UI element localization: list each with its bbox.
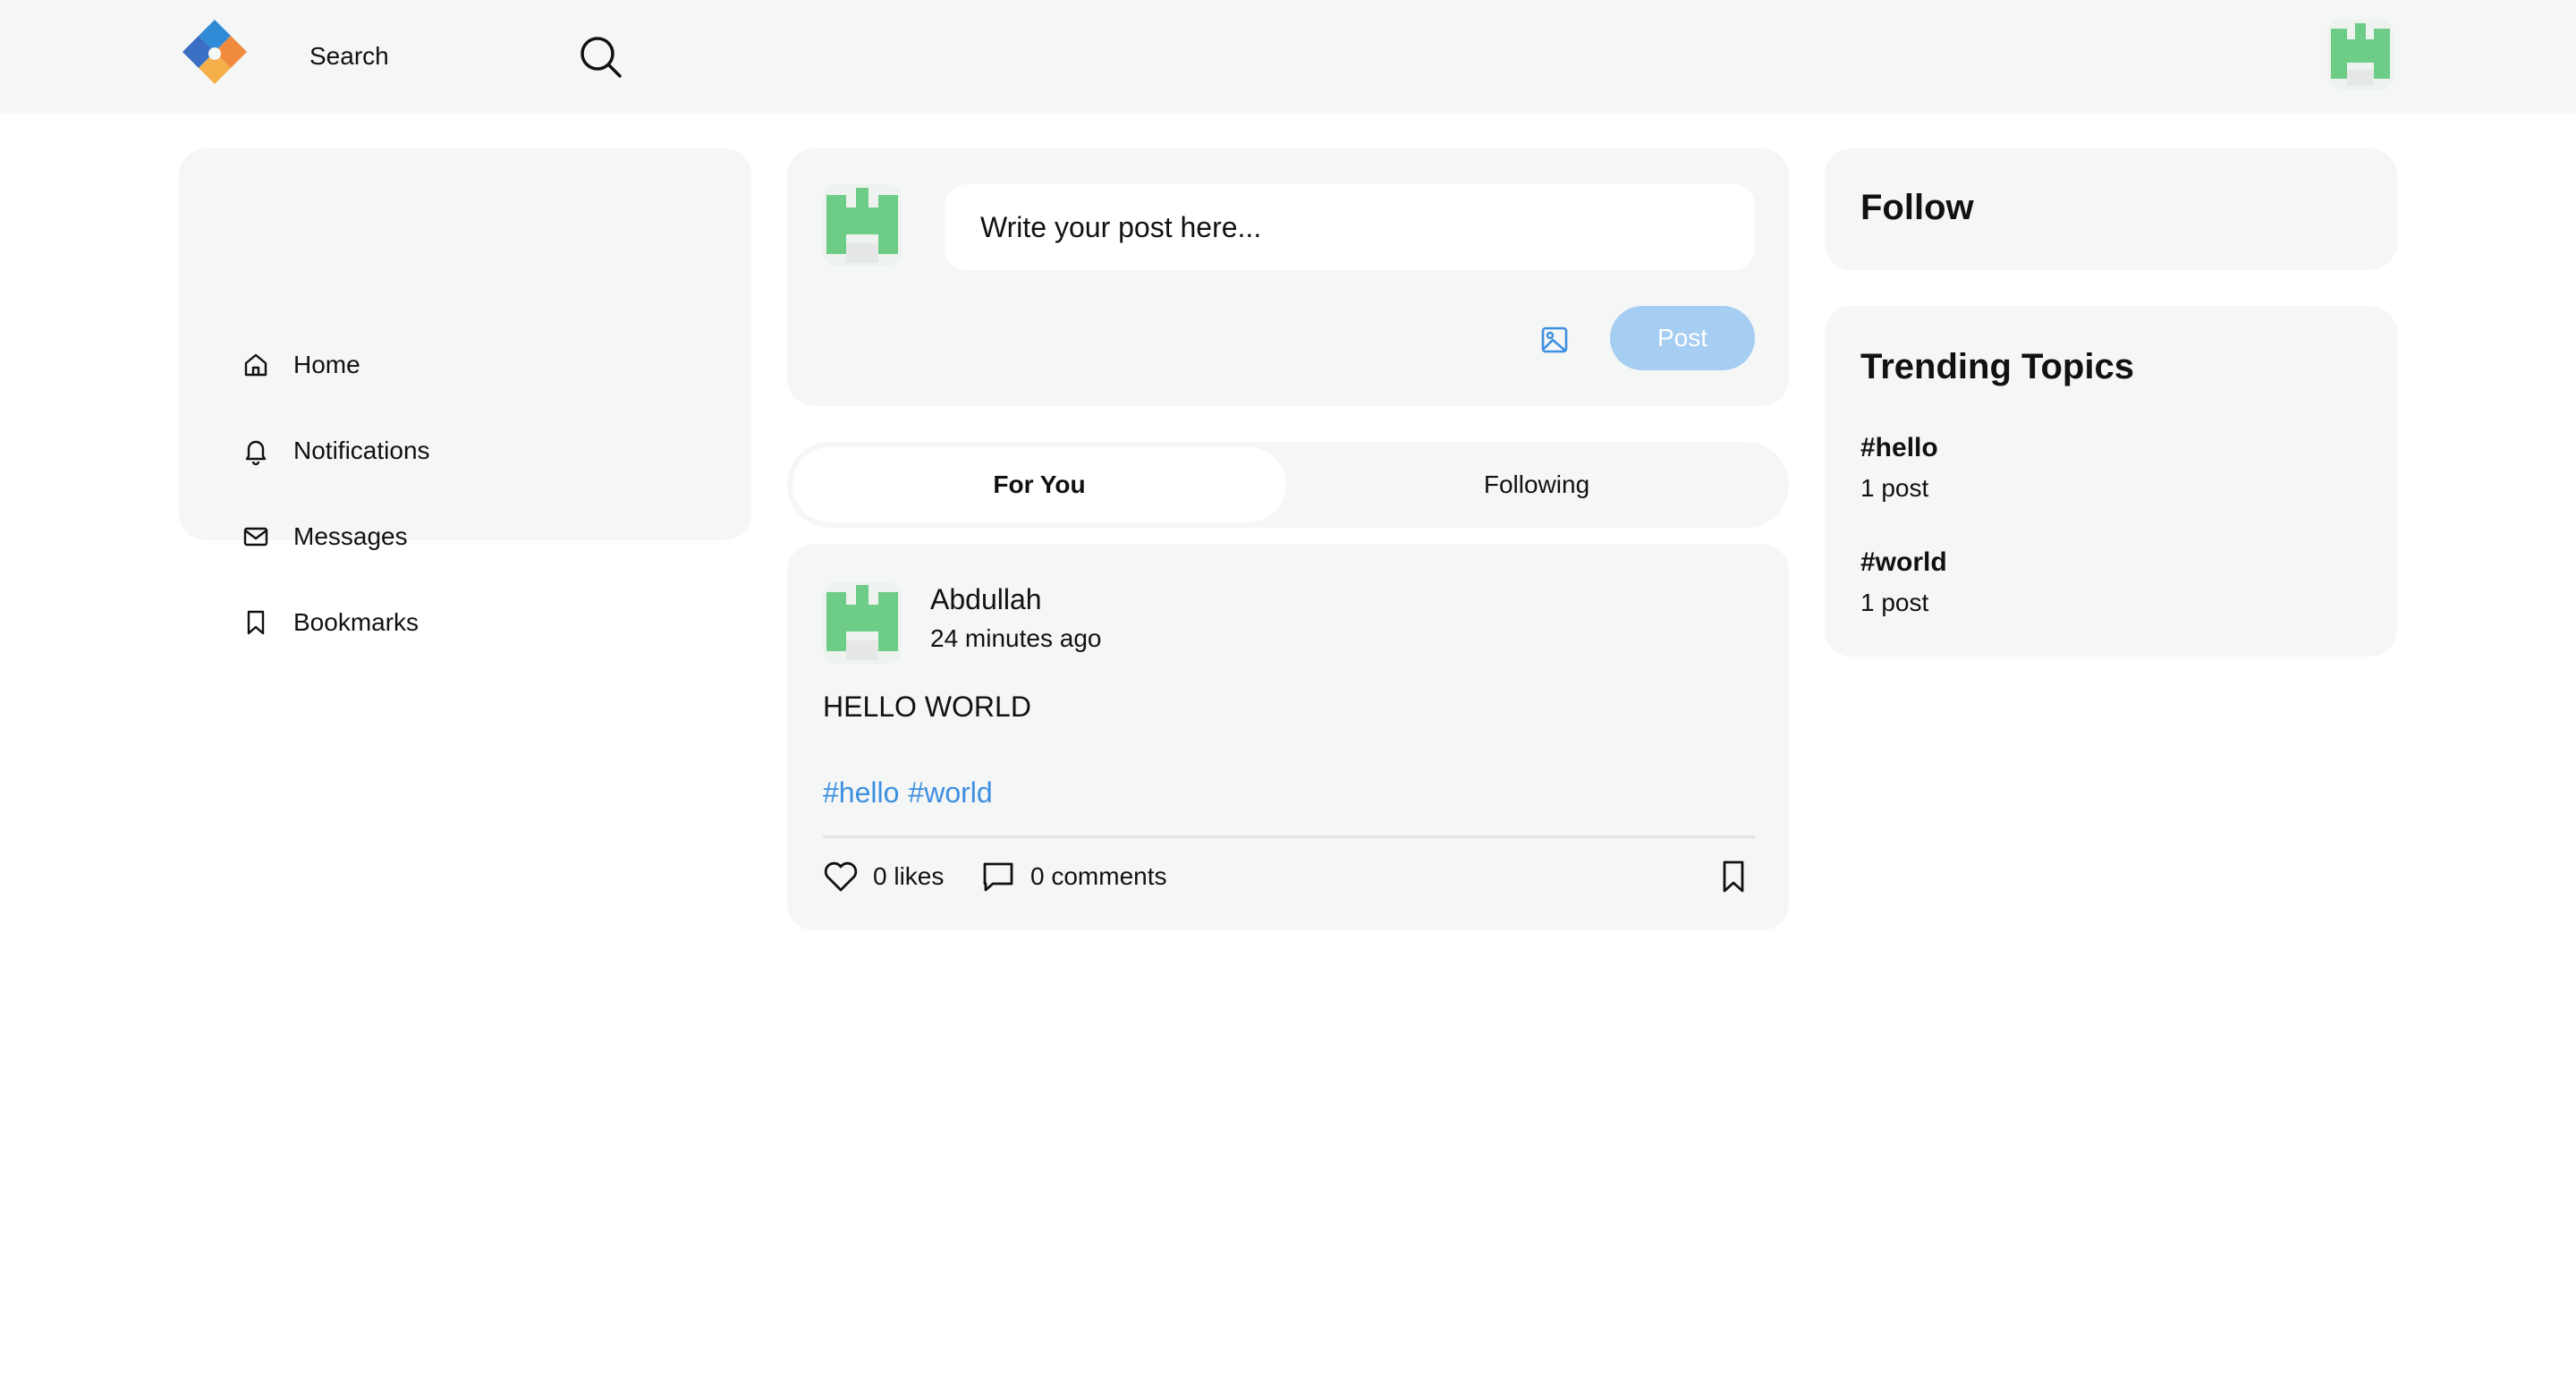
composer-avatar bbox=[823, 184, 902, 267]
bookmark-icon[interactable] bbox=[1714, 857, 1753, 896]
topic-name: #world bbox=[1860, 547, 1947, 577]
image-upload-icon[interactable] bbox=[1538, 324, 1571, 356]
app-logo[interactable] bbox=[177, 20, 252, 91]
heart-icon bbox=[824, 861, 858, 892]
post-author[interactable]: Abdullah bbox=[930, 583, 1042, 616]
sidebar-item-label: Bookmarks bbox=[293, 608, 419, 636]
search-icon[interactable] bbox=[578, 34, 624, 81]
hashtag-link[interactable]: #world bbox=[908, 776, 992, 809]
follow-title: Follow bbox=[1860, 188, 1974, 227]
post-card: Abdullah 24 minutes ago HELLO WORLD #hel… bbox=[787, 544, 1789, 930]
hashtag-link[interactable]: #hello bbox=[823, 776, 899, 809]
like-button[interactable]: 0 likes bbox=[821, 857, 944, 896]
post-timestamp: 24 minutes ago bbox=[930, 624, 1102, 652]
trending-topic-hello[interactable]: #hello 1 post bbox=[1860, 433, 2361, 503]
follow-panel: Follow bbox=[1825, 148, 2397, 270]
post-composer: Post bbox=[787, 148, 1789, 406]
home-icon bbox=[244, 353, 267, 377]
post-button[interactable]: Post bbox=[1610, 306, 1755, 370]
sidebar-item-label: Notifications bbox=[293, 436, 430, 464]
post-content: HELLO WORLD bbox=[823, 691, 1031, 723]
sidebar-item-messages[interactable]: Messages bbox=[242, 510, 689, 564]
post-input[interactable] bbox=[945, 184, 1755, 270]
comment-button[interactable]: 0 comments bbox=[979, 857, 1167, 896]
bookmark-icon bbox=[247, 610, 265, 635]
search-input[interactable] bbox=[295, 32, 564, 81]
top-bar bbox=[0, 0, 2576, 113]
topic-count: 1 post bbox=[1860, 589, 1929, 616]
sidebar-item-bookmarks[interactable]: Bookmarks bbox=[242, 596, 689, 649]
sidebar-item-label: Messages bbox=[293, 522, 408, 550]
topic-count: 1 post bbox=[1860, 474, 1929, 502]
sidebar-item-label: Home bbox=[293, 351, 360, 378]
mail-icon bbox=[243, 527, 268, 547]
trending-title: Trending Topics bbox=[1860, 347, 2134, 386]
sidebar-item-notifications[interactable]: Notifications bbox=[242, 424, 689, 478]
trending-panel: Trending Topics #hello 1 post #world 1 p… bbox=[1825, 306, 2397, 657]
feed-tabs: For You Following bbox=[787, 442, 1789, 528]
comment-icon bbox=[983, 862, 1013, 892]
post-tags: #hello #world bbox=[823, 776, 1002, 809]
likes-count: 0 likes bbox=[873, 862, 945, 890]
tab-following[interactable]: Following bbox=[1290, 447, 1784, 522]
trending-topic-world[interactable]: #world 1 post bbox=[1860, 547, 2361, 617]
sidebar-item-home[interactable]: Home bbox=[242, 338, 689, 392]
bell-icon bbox=[245, 440, 267, 465]
post-divider bbox=[823, 835, 1755, 838]
author-avatar[interactable] bbox=[823, 581, 902, 664]
sidebar-nav: Home Notifications Messages Bookmarks bbox=[179, 148, 751, 636]
user-avatar[interactable] bbox=[2327, 20, 2394, 89]
topic-name: #hello bbox=[1860, 433, 1938, 462]
comments-count: 0 comments bbox=[1030, 862, 1167, 890]
tab-for-you[interactable]: For You bbox=[792, 447, 1286, 522]
